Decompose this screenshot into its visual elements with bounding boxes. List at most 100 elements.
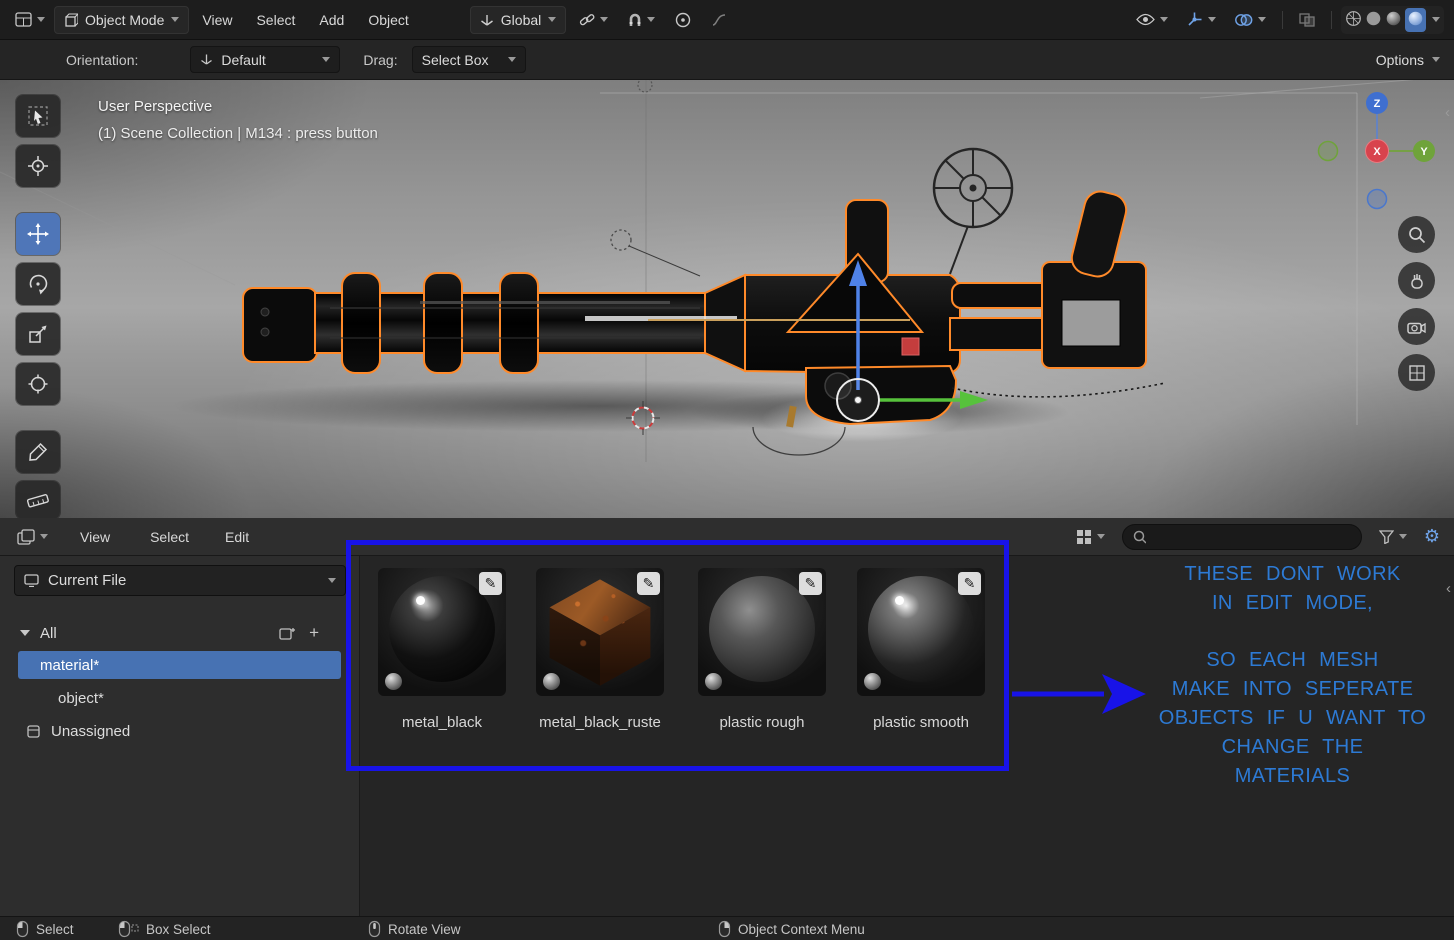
ab-menu-view[interactable]: View [69,524,121,550]
status-label: Select [36,921,74,937]
magnet-icon [629,13,641,26]
visibility-dropdown[interactable] [1129,9,1175,30]
navigation-gizmo[interactable]: Z Y X [1312,88,1444,220]
chevron-down-icon[interactable] [1432,17,1440,22]
viewport-side-buttons [1398,216,1435,391]
shading-solid-button[interactable] [1365,10,1382,30]
proportional-editing-button[interactable] [668,8,698,32]
axis-y-label: Y [1420,146,1428,158]
chevron-down-icon [40,534,48,539]
pan-hand-button[interactable] [1398,262,1435,299]
asset-tile-metal-black[interactable]: ✎ [378,568,506,696]
tool-measure[interactable] [16,481,60,518]
chevron-down-icon [171,17,180,22]
catalog-material-label: material* [40,656,100,674]
menu-object[interactable]: Object [357,7,419,33]
xray-toggle[interactable] [1292,9,1322,31]
material-type-icon [704,672,723,691]
tool-select-box[interactable] [16,95,60,137]
tool-transform[interactable] [16,363,60,405]
catalog-item-material[interactable]: material* [18,651,341,679]
tool-move[interactable] [16,213,60,255]
asset-tile-plastic-rough[interactable]: ✎ [698,568,826,696]
material-type-icon [863,672,882,691]
gizmos-toggle[interactable] [1179,7,1223,32]
editor-type-button-assets[interactable] [10,525,55,549]
axis-z-label: Z [1374,98,1381,110]
chevron-down-icon [1258,17,1266,22]
chevron-down-icon [647,17,656,22]
asset-search[interactable] [1121,523,1362,550]
gizmo-plane-handle[interactable] [901,337,920,356]
new-catalog-icon[interactable] [279,626,296,640]
ab-sidebar-collapse-arrow[interactable]: ‹ [1446,580,1451,597]
asset-name: metal_black [401,714,483,731]
orientation-dropdown[interactable]: Default [190,46,341,73]
asset-settings-gear-button[interactable]: ⚙ [1424,526,1440,547]
status-label: Object Context Menu [738,921,865,937]
asset-tile-plastic-smooth[interactable]: ✎ [857,568,985,696]
shading-wireframe-button[interactable] [1345,10,1362,30]
axis-neg-y-ball[interactable] [1317,140,1339,162]
tool-cursor[interactable] [16,145,60,187]
disclosure-triangle-icon[interactable] [20,630,30,636]
shading-material-button[interactable] [1385,10,1402,30]
shading-rendered-button[interactable] [1405,7,1426,32]
edit-asset-icon[interactable]: ✎ [958,572,981,595]
asset-browser-header: View Select Edit ⚙ [0,518,1454,556]
mode-dropdown[interactable]: Object Mode [54,5,190,34]
menu-select[interactable]: Select [245,7,306,33]
orientation-dropdown-value: Default [221,51,266,68]
overlays-icon [1235,13,1253,26]
asset-grid[interactable]: ✎ metal_black ✎ metal_black_ruste ✎ plas… [361,556,1454,916]
drag-dropdown[interactable]: Select Box [411,46,526,73]
tool-rotate[interactable] [16,263,60,305]
divider [1282,10,1283,29]
editor-type-button[interactable] [8,8,52,31]
asset-browser-sidebar: Current File All + material* object* Una… [0,556,360,916]
chevron-down-icon [37,17,45,22]
status-hint-rotate-view: Rotate View [368,917,461,940]
menu-view[interactable]: View [191,7,243,33]
transform-orientation-dropdown[interactable]: Global [469,5,567,34]
proportional-falloff-button[interactable] [704,8,734,32]
zoom-button[interactable] [1398,216,1435,253]
orthographic-toggle-button[interactable] [1398,354,1435,391]
search-input[interactable] [1152,529,1351,544]
snap-target-button[interactable] [572,8,615,32]
snap-toggle-button[interactable] [621,8,662,32]
catalog-item-unassigned[interactable]: Unassigned [0,717,359,745]
menu-add[interactable]: Add [308,7,355,33]
edit-asset-icon[interactable]: ✎ [799,572,822,595]
edit-asset-icon[interactable]: ✎ [479,572,502,595]
options-button[interactable]: Options [1376,52,1440,68]
chevron-down-icon [1208,17,1216,22]
left-mouse-drag-icon [118,920,139,938]
tool-scale[interactable] [16,313,60,355]
display-size-button[interactable] [1069,525,1112,549]
chevron-down-icon [600,17,609,22]
catalog-all-row[interactable]: All + [0,619,359,647]
catalog-item-object[interactable]: object* [0,684,359,712]
asset-name: plastic rough [719,714,805,731]
axis-neg-z-ball[interactable] [1366,188,1388,210]
specular-highlight [416,596,425,605]
tool-settings-bar: Orientation: Default Drag: Select Box Op… [0,40,1454,80]
filter-button[interactable] [1372,526,1414,548]
asset-library-dropdown[interactable]: Current File [14,565,346,596]
sidebar-collapse-arrow[interactable]: ‹ [1445,104,1450,121]
viewport-3d[interactable]: User Perspective (1) Scene Collection | … [0,80,1454,518]
search-icon [1133,530,1146,544]
overlays-toggle[interactable] [1227,9,1273,31]
asset-tile-metal-black-rusted[interactable]: ✎ [536,568,664,696]
status-hint-select: Select [16,917,74,940]
empty-object-marker [610,80,701,277]
tool-annotate[interactable] [16,431,60,473]
ab-menu-select[interactable]: Select [139,524,200,550]
camera-view-button[interactable] [1398,308,1435,345]
ab-menu-edit[interactable]: Edit [214,524,260,550]
asset-name: metal_black_ruste [539,714,661,731]
gizmo-center-dot [854,396,862,404]
add-catalog-plus-button[interactable]: + [309,624,319,641]
edit-asset-icon[interactable]: ✎ [637,572,660,595]
